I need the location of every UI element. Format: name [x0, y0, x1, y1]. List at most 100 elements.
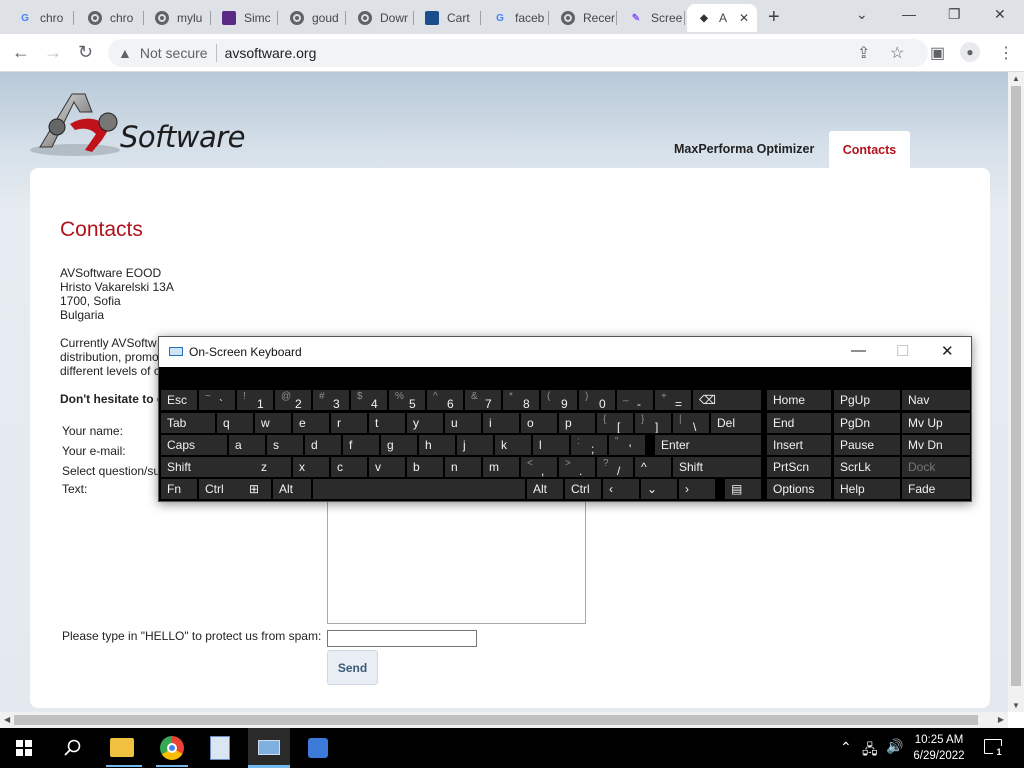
network-icon[interactable]: 🖧 — [862, 739, 878, 763]
osk-key[interactable]: u — [445, 413, 481, 433]
browser-tab[interactable]: mylu — [145, 4, 211, 32]
send-button[interactable]: Send — [327, 650, 378, 685]
share-icon[interactable]: ⇪ — [857, 43, 870, 63]
osk-key[interactable]: h — [419, 435, 455, 455]
forward-icon[interactable]: → — [44, 42, 62, 63]
osk-key[interactable]: k — [495, 435, 531, 455]
warning-icon[interactable]: ▲ — [118, 45, 132, 61]
osk-nav-key[interactable]: Fade — [902, 479, 970, 499]
osk-key[interactable]: ! 1 — [237, 390, 273, 410]
scroll-right-icon[interactable]: ▶ — [998, 715, 1004, 724]
osk-key[interactable]: Tab — [161, 413, 215, 433]
osk-nav-key[interactable]: Home — [767, 390, 831, 410]
notepad-icon[interactable] — [210, 736, 230, 760]
osk-key[interactable]: ▤ — [725, 479, 761, 499]
osk-key[interactable]: t — [369, 413, 405, 433]
search-icon[interactable] — [64, 739, 82, 757]
osk-key[interactable]: ‹ — [603, 479, 639, 499]
back-icon[interactable]: ← — [12, 42, 30, 63]
osk-nav-key[interactable]: PrtScn — [767, 457, 831, 477]
osk-nav-key[interactable]: Nav — [902, 390, 970, 410]
vertical-scrollbar[interactable]: ▲ ▼ — [1008, 72, 1024, 712]
osk-nav-key[interactable]: End — [767, 413, 831, 433]
osk-key[interactable]: z — [255, 457, 291, 477]
osk-key[interactable]: ? / — [597, 457, 633, 477]
tab-search-icon[interactable]: ⌄ — [856, 6, 868, 23]
osk-key[interactable]: Alt — [527, 479, 563, 499]
windows-start-icon[interactable] — [16, 740, 32, 756]
taskbar-osk-button[interactable] — [248, 728, 290, 768]
osk-key[interactable]: " ' — [609, 435, 645, 455]
osk-key[interactable]: r — [331, 413, 367, 433]
osk-nav-key[interactable]: Pause — [834, 435, 900, 455]
osk-nav-key[interactable]: ScrLk — [834, 457, 900, 477]
spam-input[interactable] — [327, 630, 477, 647]
osk-key[interactable]: Shift — [161, 457, 255, 477]
osk-key[interactable]: Fn — [161, 479, 197, 499]
osk-nav-key[interactable]: PgDn — [834, 413, 900, 433]
osk-key[interactable]: <, — [521, 457, 557, 477]
osk-key[interactable]: v — [369, 457, 405, 477]
osk-key[interactable]: y — [407, 413, 443, 433]
osk-key[interactable]: q — [217, 413, 253, 433]
osk-key[interactable]: $4 — [351, 390, 387, 410]
osk-key[interactable]: _ - — [617, 390, 653, 410]
browser-tab[interactable]: Dowr — [348, 4, 414, 32]
volume-icon[interactable]: 🔊 — [886, 738, 903, 755]
nav-maxperforma[interactable]: MaxPerforma Optimizer — [674, 142, 814, 156]
osk-key[interactable]: ⌫ — [693, 390, 761, 410]
browser-tab[interactable]: Gchro — [8, 4, 74, 32]
osk-key[interactable]: + = — [655, 390, 691, 410]
osk-nav-key[interactable]: Dock — [902, 457, 970, 477]
vertical-scroll-thumb[interactable] — [1011, 86, 1021, 686]
minimize-icon[interactable]: — — [851, 342, 866, 359]
osk-key[interactable]: Del — [711, 413, 761, 433]
osk-key[interactable]: p — [559, 413, 595, 433]
browser-tab[interactable]: Recer — [551, 4, 617, 32]
osk-key[interactable]: s — [267, 435, 303, 455]
address-bar[interactable]: ▲ Not secure avsoftware.org — [108, 39, 928, 67]
osk-key[interactable]: (9 — [541, 390, 577, 410]
scroll-up-icon[interactable]: ▲ — [1012, 74, 1020, 83]
osk-key[interactable]: g — [381, 435, 417, 455]
osk-key[interactable]: >. — [559, 457, 595, 477]
osk-key[interactable]: ^ 6 — [427, 390, 463, 410]
show-hidden-icons-icon[interactable]: ⌃ — [840, 739, 852, 756]
tab-close-icon[interactable]: ✕ — [739, 11, 749, 25]
osk-key[interactable]: ^ — [635, 457, 671, 477]
osk-key[interactable]: x — [293, 457, 329, 477]
osk-nav-key[interactable]: Mv Dn — [902, 435, 970, 455]
osk-key[interactable]: Ctrl — [565, 479, 601, 499]
bookmark-star-icon[interactable]: ☆ — [890, 43, 904, 63]
window-close-icon[interactable]: ✕ — [994, 6, 1006, 23]
osk-key[interactable]: }] — [635, 413, 671, 433]
security-status[interactable]: Not secure — [140, 45, 208, 61]
osk-key[interactable]: f — [343, 435, 379, 455]
scroll-left-icon[interactable]: ◀ — [4, 715, 10, 724]
side-panel-icon[interactable]: ▣ — [930, 43, 945, 63]
osk-key[interactable]: l — [533, 435, 569, 455]
menu-kebab-icon[interactable]: ⋮ — [998, 43, 1014, 63]
osk-key[interactable]: Caps — [161, 435, 227, 455]
osk-nav-key[interactable]: Options — [767, 479, 831, 499]
osk-key[interactable]: & 7 — [465, 390, 501, 410]
window-restore-icon[interactable]: ❐ — [948, 6, 961, 23]
profile-avatar-icon[interactable]: ● — [960, 42, 980, 62]
osk-key[interactable]: * 8 — [503, 390, 539, 410]
osk-key[interactable]: m — [483, 457, 519, 477]
new-tab-icon[interactable]: + — [768, 6, 780, 29]
on-screen-keyboard-window[interactable]: On-Screen Keyboard — ☐ ✕ Esc ~ `! 1 @2 #3 $4% 5… — [158, 336, 972, 502]
osk-key[interactable] — [313, 479, 525, 499]
scroll-down-icon[interactable]: ▼ — [1012, 701, 1020, 710]
osk-key[interactable]: c — [331, 457, 367, 477]
horizontal-scrollbar[interactable]: ◀ ▶ — [0, 712, 1008, 728]
osk-key[interactable]: #3 — [313, 390, 349, 410]
file-explorer-icon[interactable] — [110, 738, 134, 757]
osk-key[interactable]: ⊞ — [243, 479, 271, 499]
osk-key[interactable]: b — [407, 457, 443, 477]
osk-key[interactable]: % 5 — [389, 390, 425, 410]
notification-center-icon[interactable]: 1 — [984, 739, 1005, 758]
osk-key[interactable]: e — [293, 413, 329, 433]
browser-tab[interactable]: Gfaceb — [483, 4, 549, 32]
nav-contacts[interactable]: Contacts — [829, 131, 910, 168]
